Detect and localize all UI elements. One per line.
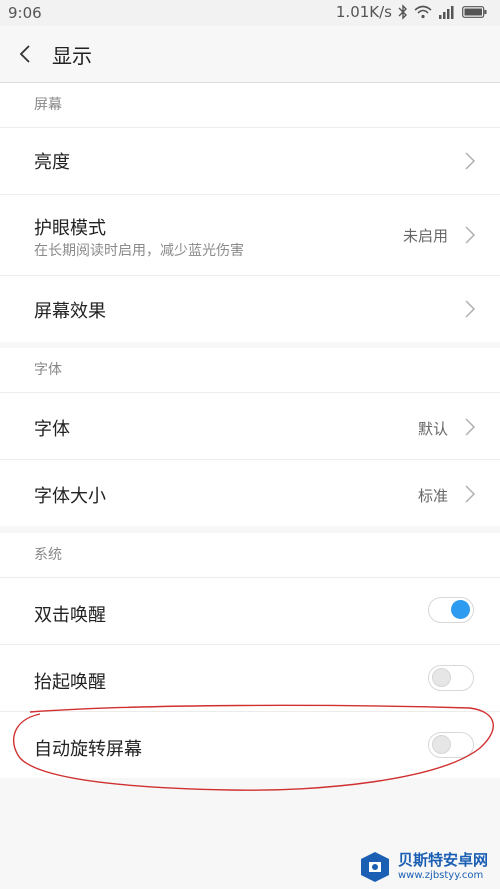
- row-value: 标准: [417, 487, 448, 505]
- section-label-system: 系统: [0, 533, 500, 578]
- row-label: 字体: [34, 419, 70, 440]
- chevron-right-icon: [465, 152, 476, 170]
- status-icons: 1.01K/s: [336, 3, 488, 21]
- setting-eye-protection[interactable]: 护眼模式 在长期阅读时启用，减少蓝光伤害 未启用: [0, 195, 500, 276]
- watermark-url: www.zjbstyy.com: [398, 870, 484, 881]
- row-label: 字体大小: [34, 486, 106, 507]
- status-bar: 9:06 1.01K/s: [0, 0, 500, 26]
- row-sublabel: 在长期阅读时启用，减少蓝光伤害: [34, 243, 244, 259]
- bluetooth-icon: [398, 4, 407, 20]
- section-label-font: 字体: [0, 348, 500, 393]
- setting-lift-to-wake: 抬起唤醒: [0, 645, 500, 712]
- back-arrow-icon[interactable]: [14, 40, 40, 68]
- watermark-logo-icon: [361, 852, 389, 882]
- signal-icon: [439, 6, 454, 19]
- setting-screen-effect[interactable]: 屏幕效果: [0, 276, 500, 342]
- chevron-right-icon: [465, 226, 476, 244]
- row-value: 默认: [417, 420, 448, 438]
- watermark: 贝斯特安卓网 www.zjbstyy.com: [358, 849, 494, 885]
- section-label-screen: 屏幕: [0, 83, 500, 128]
- row-label: 双击唤醒: [34, 605, 106, 626]
- chevron-right-icon: [465, 485, 476, 503]
- network-speed: 1.01K/s: [335, 3, 392, 21]
- chevron-right-icon: [465, 418, 476, 436]
- setting-font-size[interactable]: 字体大小 标准: [0, 460, 500, 526]
- watermark-title: 贝斯特安卓网: [398, 851, 489, 869]
- setting-brightness[interactable]: 亮度: [0, 128, 500, 195]
- page-title: 显示: [52, 44, 92, 68]
- row-label: 护眼模式: [34, 218, 106, 239]
- toggle-switch-on[interactable]: [428, 597, 474, 623]
- battery-icon: [462, 6, 487, 18]
- row-label: 自动旋转屏幕: [34, 739, 142, 760]
- chevron-right-icon: [465, 300, 476, 318]
- section-screen: 屏幕 亮度 护眼模式 在长期阅读时启用，减少蓝光伤害 未启用 屏幕效果: [0, 83, 500, 342]
- setting-double-tap-wake: 双击唤醒: [0, 578, 500, 645]
- setting-font[interactable]: 字体 默认: [0, 393, 500, 460]
- row-label: 亮度: [34, 152, 70, 173]
- title-bar: 显示: [0, 26, 500, 83]
- toggle-switch-off[interactable]: [428, 665, 474, 691]
- section-system: 系统 双击唤醒 抬起唤醒 自动旋转屏幕: [0, 533, 500, 778]
- row-label: 屏幕效果: [34, 301, 106, 322]
- row-value: 未启用: [402, 227, 448, 245]
- row-label: 抬起唤醒: [34, 672, 106, 693]
- wifi-icon: [414, 5, 432, 19]
- setting-auto-rotate: 自动旋转屏幕: [0, 712, 500, 778]
- toggle-switch-off[interactable]: [428, 732, 474, 758]
- status-time: 9:06: [8, 4, 42, 22]
- section-font: 字体 字体 默认 字体大小 标准: [0, 348, 500, 526]
